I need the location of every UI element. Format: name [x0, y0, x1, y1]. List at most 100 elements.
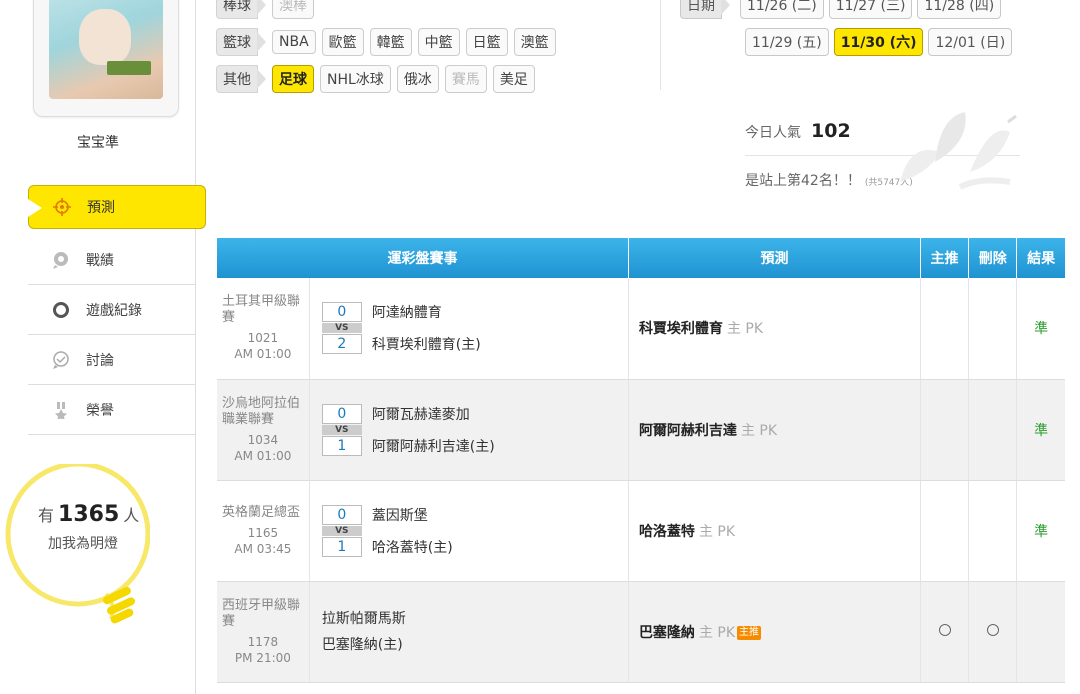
league-name: 英格蘭足總盃	[222, 504, 301, 520]
sidebar: 宝宝準 預測 戰績 遊戲紀錄 討論 榮譽 有 1365 人 加我為明燈	[0, 0, 206, 694]
predicted-team: 巴塞隆納	[638, 624, 695, 641]
home-team: 阿爾阿赫利吉達(主)	[371, 438, 495, 455]
date-11-28[interactable]: 11/28 (四)	[917, 0, 1002, 19]
side-menu: 預測 戰績 遊戲紀錄 討論 榮譽	[28, 185, 206, 435]
date-12-01[interactable]: 12/01 (日)	[928, 27, 1013, 56]
filter-nhl[interactable]: NHL冰球	[320, 64, 391, 93]
pk-label: PK	[717, 523, 736, 540]
date-11-30[interactable]: 11/30 (六)	[833, 27, 924, 56]
match-cell: 0 阿爾瓦赫達麥加 VS 1 阿爾阿赫利吉達(主)	[309, 379, 629, 481]
home-score: 1	[321, 435, 362, 456]
home-mark: 主	[698, 624, 713, 641]
pk-label: PK	[717, 624, 736, 641]
result-cell: 準	[1016, 278, 1065, 380]
popularity-label: 今日人氣	[745, 125, 801, 141]
filter-euro-basketball[interactable]: 歐籃	[321, 27, 364, 56]
away-score: 0	[321, 504, 362, 525]
medal-icon	[50, 399, 72, 421]
league-name: 土耳其甲級聯賽	[222, 294, 301, 326]
sidebar-item-label: 討論	[86, 352, 114, 369]
site-rank: 是站上第42名！！ (共5747人)	[745, 173, 913, 189]
header-main-pick: 主推	[920, 238, 970, 278]
pk-label: PK	[759, 422, 778, 439]
filter-russia-hockey[interactable]: 俄冰	[396, 64, 439, 93]
filter-horse-racing[interactable]: 賽馬	[444, 64, 487, 93]
date-11-27[interactable]: 11/27 (三)	[828, 0, 913, 19]
delete-toggle-icon[interactable]	[986, 623, 999, 636]
home-team: 科賈埃利體育(主)	[371, 337, 481, 354]
sidebar-item-label: 戰績	[86, 252, 114, 269]
match-cell: 0 阿達納體育 VS 2 科賈埃利體育(主)	[309, 278, 629, 380]
home-team: 哈洛蓋特(主)	[371, 539, 453, 556]
home-score: 2	[321, 334, 362, 355]
game-id: 1178	[247, 634, 279, 649]
header-delete: 刪除	[968, 238, 1018, 278]
game-time: PM 21:00	[234, 650, 291, 665]
category-other[interactable]: 其他	[216, 64, 266, 93]
filter-china-basketball[interactable]: 中籃	[417, 27, 460, 56]
game-time: AM 03:45	[234, 541, 292, 556]
date-row-2: 11/29 (五) 11/30 (六) 12/01 (日)	[680, 23, 1060, 60]
sidebar-item-game-log[interactable]: 遊戲紀錄	[28, 285, 195, 335]
table-row: 沙烏地阿拉伯職業聯賽 1034 AM 01:00 0 阿爾瓦赫達麥加 VS 1 阿爾阿赫利吉達…	[217, 379, 1065, 481]
sidebar-item-predict[interactable]: 預測	[28, 185, 206, 229]
home-mark: 主	[726, 321, 741, 338]
filter-soccer[interactable]: 足球	[272, 64, 314, 93]
avatar[interactable]	[33, 0, 179, 117]
sidebar-item-honor[interactable]: 榮譽	[28, 385, 195, 435]
league-cell: 英格蘭足總盃 1165 AM 03:45	[217, 480, 310, 582]
filter-american-football[interactable]: 美足	[492, 64, 535, 93]
main-pick-cell[interactable]	[920, 581, 970, 683]
sidebar-item-record[interactable]: 戰績	[28, 235, 195, 285]
filter-row-basketball: 籃球 NBA 歐籃 韓籃 中籃 日籃 澳籃	[216, 23, 656, 60]
page: 宝宝準 預測 戰績 遊戲紀錄 討論 榮譽 有 1365 人 加我為明燈 棒球 澳…	[0, 0, 1080, 694]
sidebar-item-label: 預測	[87, 200, 115, 216]
table-header: 運彩盤賽事 預測 主推 刪除 結果	[217, 238, 1065, 278]
table-row: 土耳其甲級聯賽 1021 AM 01:00 0 阿達納體育 VS 2 科賈埃利體育(主) 科賈埃…	[217, 278, 1065, 380]
vs-label: VS	[321, 323, 362, 334]
predicted-team: 科賈埃利體育	[638, 321, 723, 338]
main-pick-cell	[920, 278, 970, 380]
game-id: 1021	[247, 331, 279, 346]
date-label: 日期	[680, 0, 730, 19]
home-team: 巴塞隆納(主)	[321, 636, 403, 653]
date-row-1: 日期 11/26 (二) 11/27 (三) 11/28 (四)	[680, 0, 1060, 23]
sidebar-item-discuss[interactable]: 討論	[28, 335, 195, 385]
category-baseball[interactable]: 棒球	[216, 0, 266, 19]
date-11-29[interactable]: 11/29 (五)	[745, 27, 829, 56]
main-pick-badge: 主推	[737, 625, 762, 640]
comment-check-icon	[50, 349, 72, 371]
main-pick-toggle-icon[interactable]	[938, 623, 951, 636]
avatar-image	[49, 0, 163, 99]
home-mark: 主	[698, 523, 713, 540]
fans-count: 有 1365 人	[38, 502, 140, 527]
header-match: 運彩盤賽事	[217, 238, 629, 278]
popularity-value: 102	[811, 120, 851, 142]
category-basketball[interactable]: 籃球	[216, 27, 266, 56]
filter-korea-basketball[interactable]: 韓籃	[369, 27, 412, 56]
delete-cell	[968, 379, 1018, 481]
league-cell: 沙烏地阿拉伯職業聯賽 1034 AM 01:00	[217, 379, 310, 481]
date-11-26[interactable]: 11/26 (二)	[740, 0, 824, 19]
filter-nba[interactable]: NBA	[272, 29, 316, 54]
filter-row-baseball: 棒球 澳棒	[216, 0, 656, 23]
sidebar-item-label: 遊戲紀錄	[86, 302, 142, 319]
pk-label: PK	[745, 321, 764, 338]
home-score: 1	[321, 536, 362, 557]
ring-icon	[50, 299, 72, 321]
filter-aus-baseball[interactable]: 澳棒	[272, 0, 314, 19]
main-pick-cell	[920, 379, 970, 481]
match-cell: 0 蓋因斯堡 VS 1 哈洛蓋特(主)	[309, 480, 629, 582]
filter-aus-basketball[interactable]: 澳籃	[513, 27, 556, 56]
home-mark: 主	[740, 422, 755, 439]
speech-bubble-icon	[50, 249, 72, 271]
filter-japan-basketball[interactable]: 日籃	[465, 27, 508, 56]
fans-caption: 加我為明燈	[48, 536, 118, 552]
user-name: 宝宝準	[77, 135, 119, 151]
result-cell: 準	[1016, 379, 1065, 481]
league-name: 沙烏地阿拉伯職業聯賽	[222, 395, 301, 427]
delete-cell[interactable]	[968, 581, 1018, 683]
result-cell: 準	[1016, 480, 1065, 582]
sidebar-item-label: 榮譽	[86, 402, 114, 419]
vs-label: VS	[321, 525, 362, 536]
